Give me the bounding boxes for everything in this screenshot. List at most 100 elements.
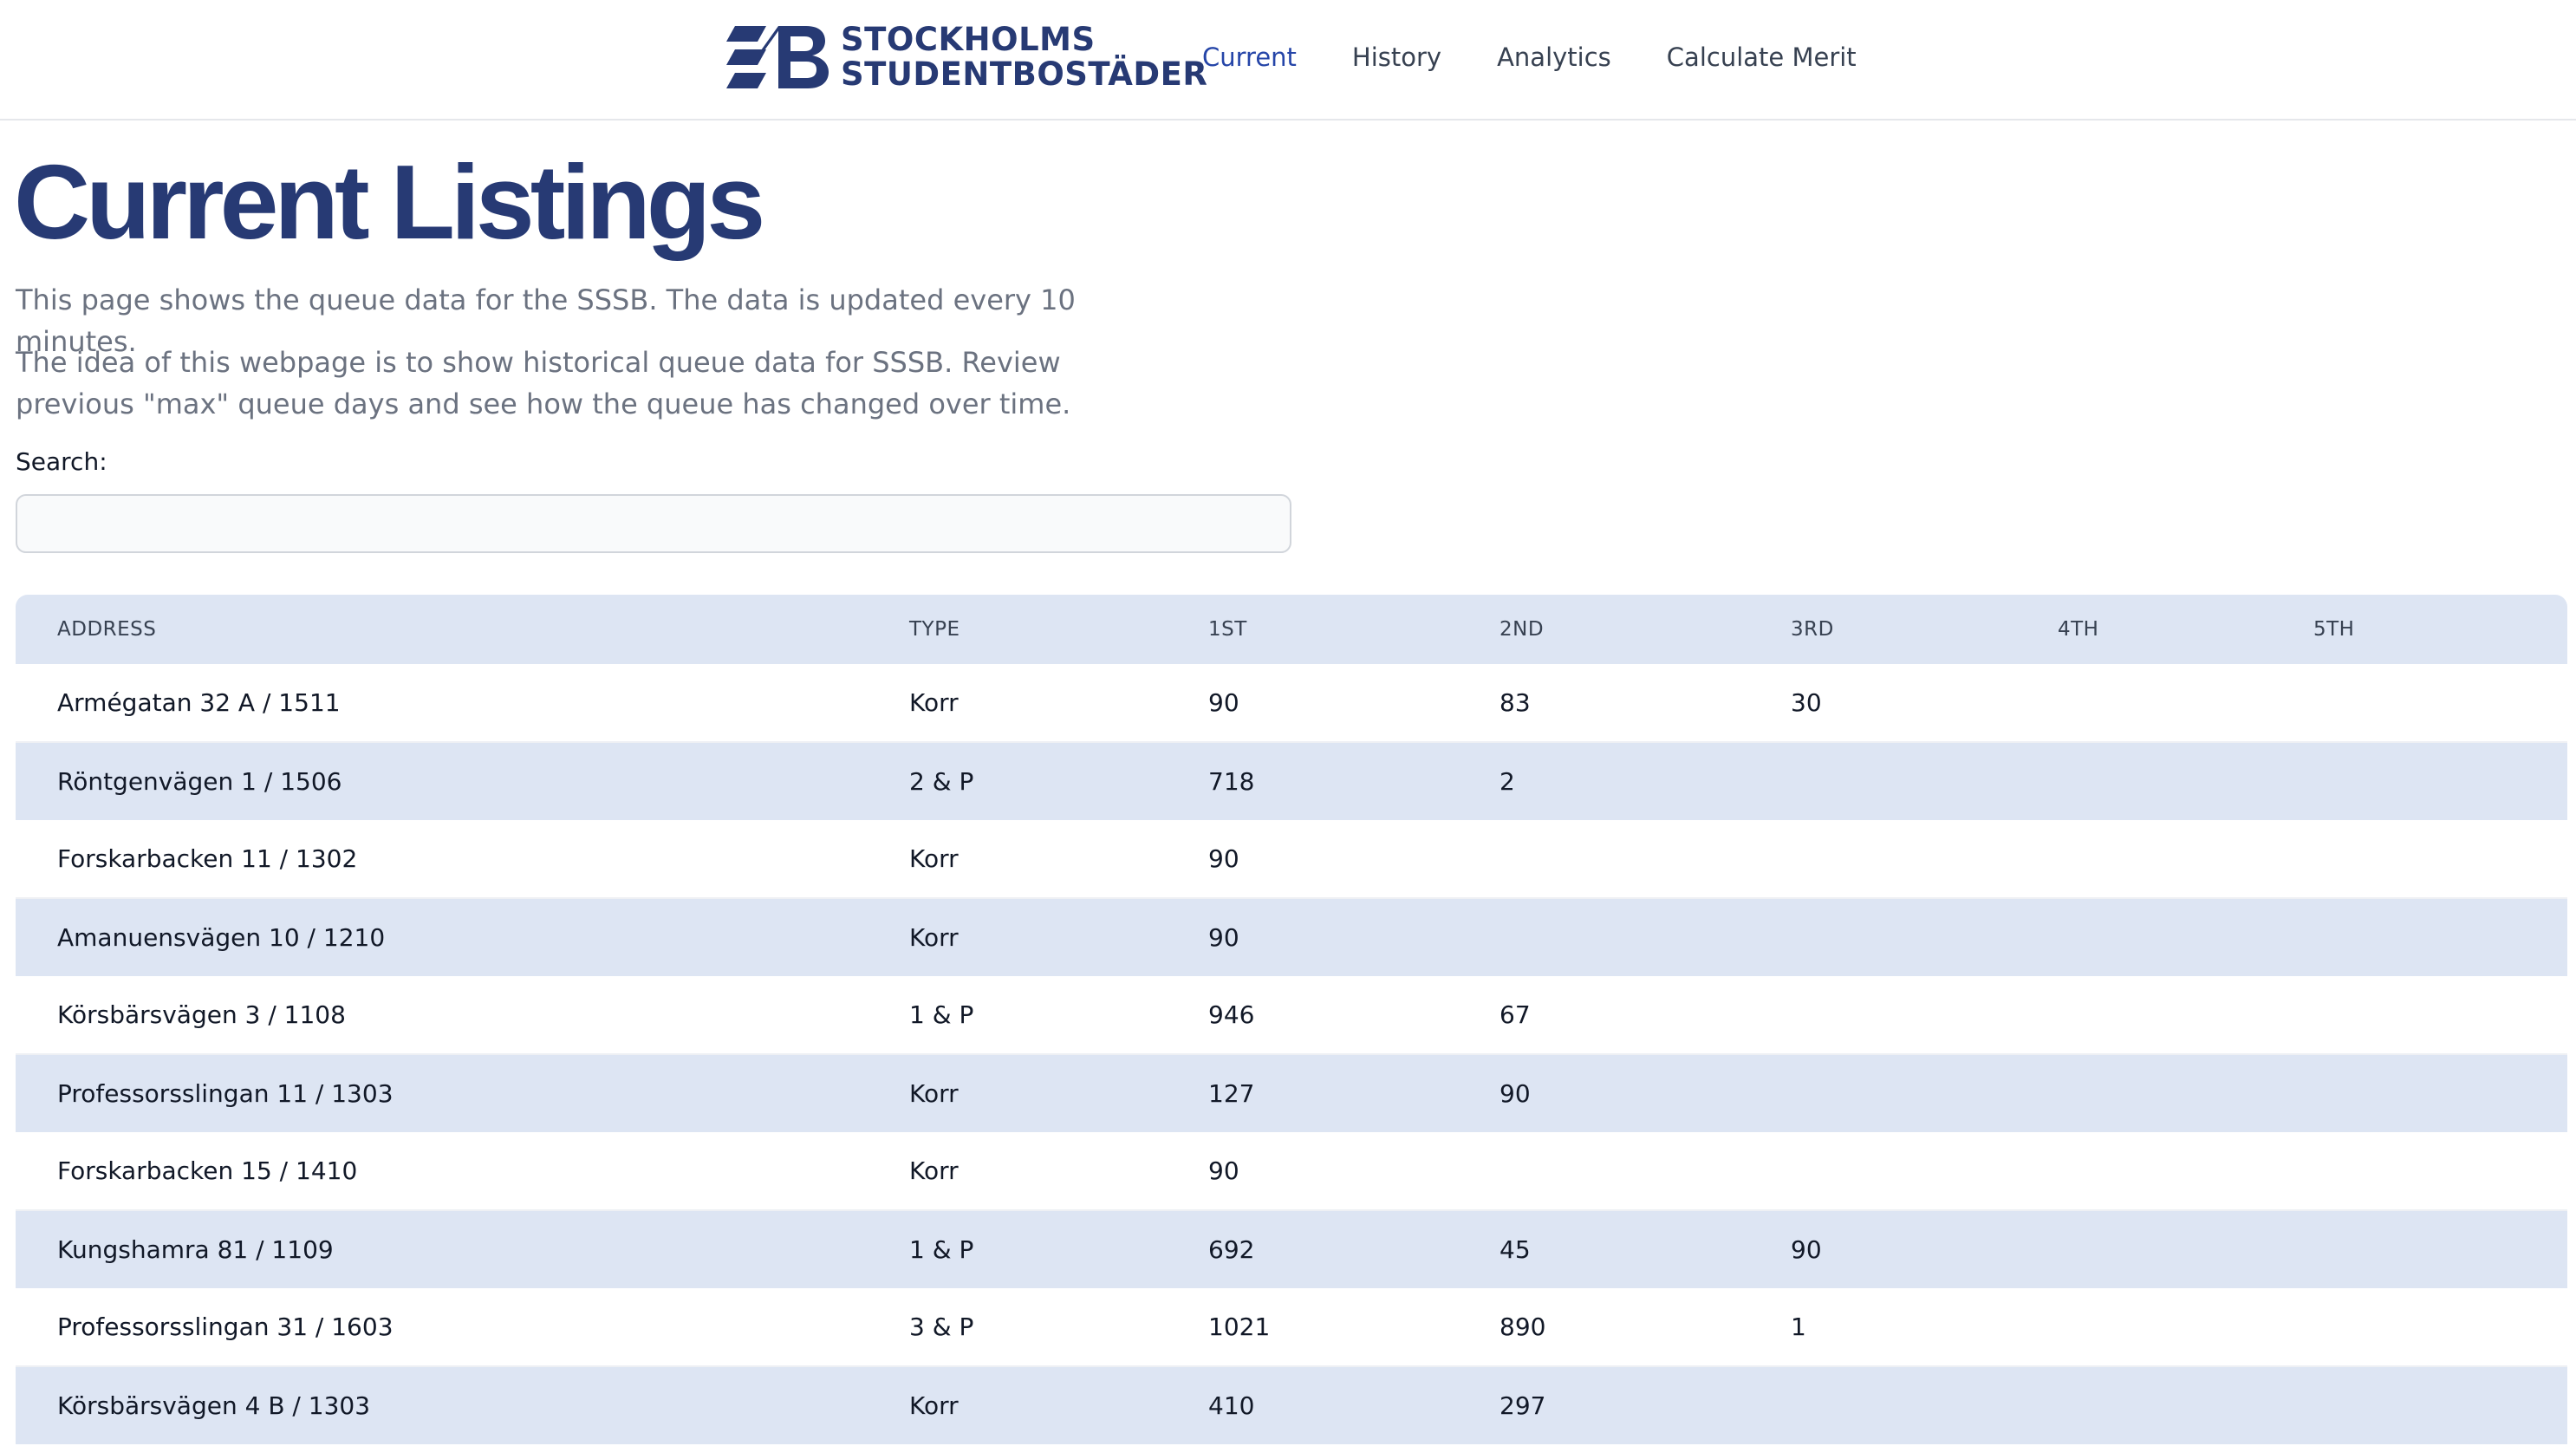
brand-logo[interactable]: STOCKHOLMS STUDENTBOSTÄDER <box>726 23 1207 92</box>
cell-5th <box>2313 898 2567 976</box>
cell-5th <box>2313 1366 2567 1444</box>
cell-type: 3 & P <box>909 1312 974 1341</box>
table-row[interactable]: Forskarbacken 11 / 1302 Korr 90 <box>16 820 2567 898</box>
cell-3rd: 90 <box>1791 1235 1822 1264</box>
cell-address: Kungshamra 81 / 1109 <box>57 1235 334 1264</box>
cell-2nd: 67 <box>1499 1000 1531 1029</box>
cell-type: 2 & P <box>909 767 974 796</box>
cell-4th <box>2058 1132 2313 1210</box>
brand-wordmark: STOCKHOLMS STUDENTBOSTÄDER <box>841 23 1207 92</box>
cell-3rd <box>1791 820 2058 898</box>
column-header-type[interactable]: TYPE <box>909 595 1208 664</box>
cell-3rd: 1 <box>1791 1312 1806 1341</box>
table-row[interactable]: Amanuensvägen 10 / 1210 Korr 90 <box>16 898 2567 976</box>
column-header-3rd[interactable]: 3RD <box>1791 595 2058 664</box>
cell-3rd: 30 <box>1791 688 1822 717</box>
cell-3rd <box>1791 1054 2058 1132</box>
cell-2nd: 45 <box>1499 1235 1531 1264</box>
cell-4th <box>2058 1366 2313 1444</box>
column-header-2nd[interactable]: 2ND <box>1499 595 1791 664</box>
cell-2nd: 890 <box>1499 1312 1546 1341</box>
cell-1st: 946 <box>1208 1000 1255 1029</box>
cell-4th <box>2058 976 2313 1054</box>
cell-4th <box>2058 664 2313 742</box>
cell-4th <box>2058 1054 2313 1132</box>
cell-3rd <box>1791 976 2058 1054</box>
table-row[interactable]: Forskarbacken 15 / 1410 Korr 90 <box>16 1132 2567 1210</box>
cell-5th <box>2313 976 2567 1054</box>
cell-address: Körsbärsvägen 3 / 1108 <box>57 1000 346 1029</box>
cell-2nd: 2 <box>1499 767 1515 796</box>
cell-5th <box>2313 1054 2567 1132</box>
column-header-4th[interactable]: 4TH <box>2058 595 2313 664</box>
cell-type: 1 & P <box>909 1000 974 1029</box>
cell-address: Körsbärsvägen 4 B / 1303 <box>57 1391 371 1420</box>
nav-link-calculate-merit[interactable]: Calculate Merit <box>1667 42 1857 72</box>
cell-4th <box>2058 820 2313 898</box>
search-input[interactable] <box>16 494 1291 553</box>
listings-table-container: ADDRESS TYPE 1ST 2ND 3RD 4TH 5TH Armégat… <box>16 595 2567 1444</box>
cell-address: Forskarbacken 11 / 1302 <box>57 844 358 873</box>
cell-5th <box>2313 664 2567 742</box>
cell-type: Korr <box>909 1391 959 1420</box>
cell-2nd: 90 <box>1499 1079 1531 1108</box>
cell-1st: 1021 <box>1208 1312 1271 1341</box>
cell-2nd: 83 <box>1499 688 1531 717</box>
table-body: Armégatan 32 A / 1511 Korr 90 83 30 Rönt… <box>16 664 2567 1444</box>
brand-line-1: STOCKHOLMS <box>841 21 1096 58</box>
table-row[interactable]: Professorsslingan 31 / 1603 3 & P 1021 8… <box>16 1288 2567 1366</box>
cell-3rd <box>1791 1132 2058 1210</box>
page-title: Current Listings <box>14 143 765 261</box>
cell-2nd <box>1499 898 1791 976</box>
cell-address: Professorsslingan 31 / 1603 <box>57 1312 394 1341</box>
page-description-purpose: The idea of this webpage is to show hist… <box>16 346 1071 420</box>
table-row[interactable]: Körsbärsvägen 3 / 1108 1 & P 946 67 <box>16 976 2567 1054</box>
cell-4th <box>2058 1210 2313 1288</box>
cell-3rd <box>1791 742 2058 820</box>
cell-1st: 692 <box>1208 1235 1255 1264</box>
table-row[interactable]: Professorsslingan 11 / 1303 Korr 127 90 <box>16 1054 2567 1132</box>
column-header-address[interactable]: ADDRESS <box>16 595 909 664</box>
cell-type: Korr <box>909 1079 959 1108</box>
cell-1st: 90 <box>1208 688 1239 717</box>
search-label: Search: <box>16 447 107 476</box>
cell-address: Röntgenvägen 1 / 1506 <box>57 767 342 796</box>
cell-type: Korr <box>909 923 959 952</box>
cell-type: Korr <box>909 844 959 873</box>
table-row[interactable]: Kungshamra 81 / 1109 1 & P 692 45 90 <box>16 1210 2567 1288</box>
cell-type: Korr <box>909 688 959 717</box>
nav-link-history[interactable]: History <box>1352 42 1441 72</box>
cell-5th <box>2313 742 2567 820</box>
table-row[interactable]: Armégatan 32 A / 1511 Korr 90 83 30 <box>16 664 2567 742</box>
cell-1st: 718 <box>1208 767 1255 796</box>
table-row[interactable]: Körsbärsvägen 4 B / 1303 Korr 410 297 <box>16 1366 2567 1444</box>
cell-3rd <box>1791 1366 2058 1444</box>
nav-link-current[interactable]: Current <box>1202 42 1297 72</box>
column-header-1st[interactable]: 1ST <box>1208 595 1499 664</box>
table-row[interactable]: Röntgenvägen 1 / 1506 2 & P 718 2 <box>16 742 2567 820</box>
cell-type: Korr <box>909 1156 959 1185</box>
cell-2nd: 297 <box>1499 1391 1546 1420</box>
cell-1st: 410 <box>1208 1391 1255 1420</box>
cell-1st: 90 <box>1208 844 1239 873</box>
cell-2nd <box>1499 820 1791 898</box>
cell-address: Armégatan 32 A / 1511 <box>57 688 341 717</box>
cell-3rd <box>1791 898 2058 976</box>
cell-1st: 90 <box>1208 923 1239 952</box>
main-nav: Current History Analytics Calculate Meri… <box>1202 38 1912 76</box>
cell-4th <box>2058 1288 2313 1366</box>
cell-1st: 127 <box>1208 1079 1255 1108</box>
listings-table: ADDRESS TYPE 1ST 2ND 3RD 4TH 5TH Armégat… <box>16 595 2567 1444</box>
nav-link-analytics[interactable]: Analytics <box>1497 42 1611 72</box>
cell-5th <box>2313 1132 2567 1210</box>
cell-address: Amanuensvägen 10 / 1210 <box>57 923 386 952</box>
cell-1st: 90 <box>1208 1156 1239 1185</box>
column-header-5th[interactable]: 5TH <box>2313 595 2567 664</box>
cell-2nd <box>1499 1132 1791 1210</box>
cell-5th <box>2313 1288 2567 1366</box>
cell-4th <box>2058 898 2313 976</box>
cell-4th <box>2058 742 2313 820</box>
cell-5th <box>2313 1210 2567 1288</box>
brand-line-2: STUDENTBOSTÄDER <box>841 55 1208 93</box>
cell-address: Forskarbacken 15 / 1410 <box>57 1156 358 1185</box>
